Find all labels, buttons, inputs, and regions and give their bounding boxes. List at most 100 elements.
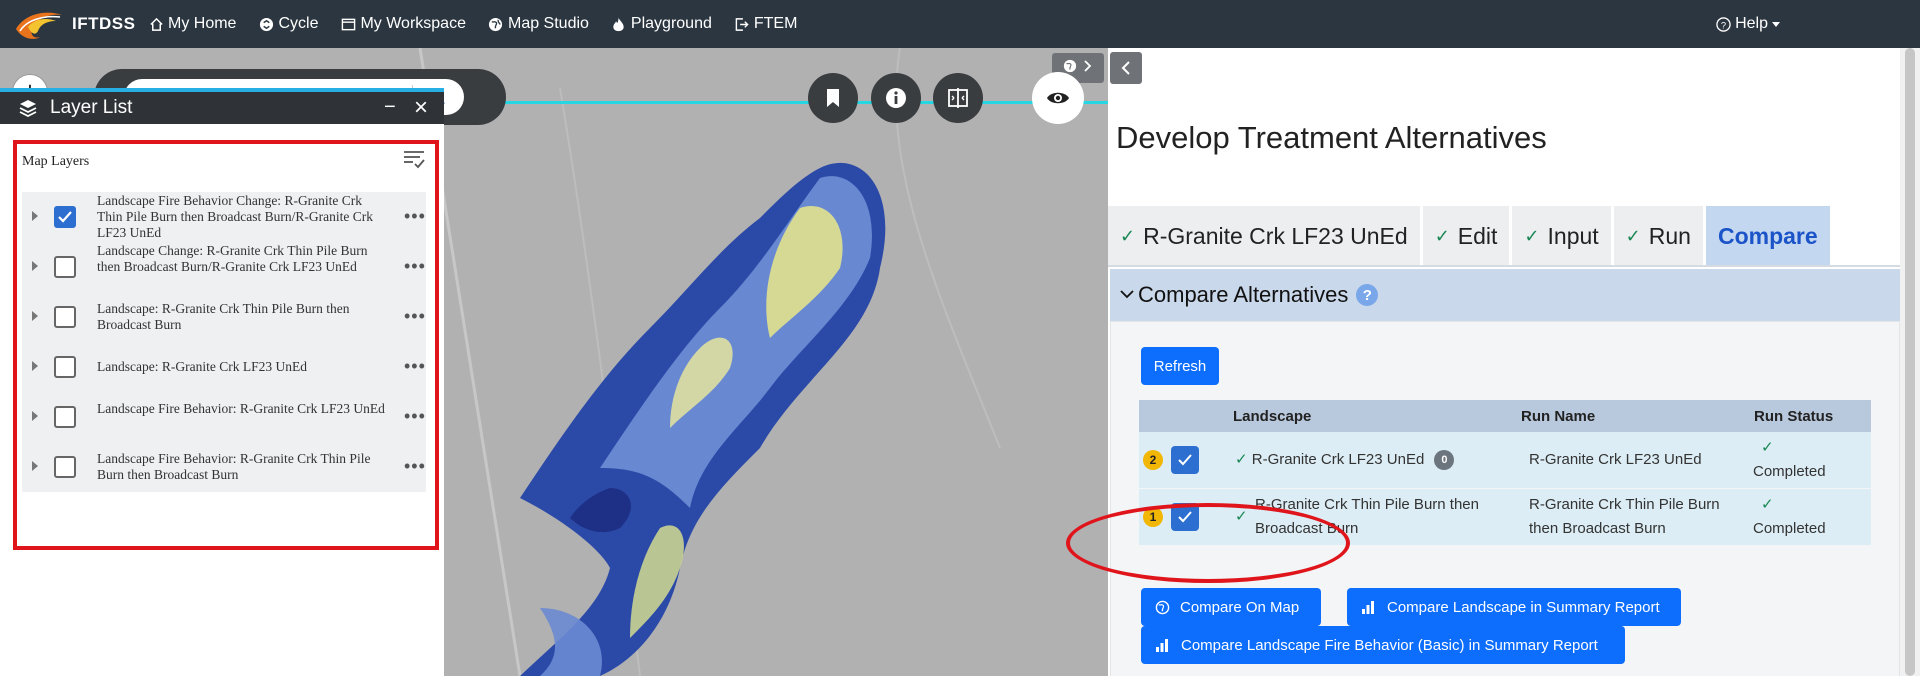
filter-list-icon xyxy=(404,151,425,169)
nav-my-home[interactable]: My Home xyxy=(148,15,236,33)
tab-edit[interactable]: ✓ Edit xyxy=(1422,206,1510,266)
tab-input[interactable]: ✓ Input xyxy=(1512,206,1611,266)
scrollbar-thumb[interactable] xyxy=(1905,48,1915,676)
layer-visibility-checkbox[interactable] xyxy=(54,206,76,228)
check-icon: ✓ xyxy=(1761,439,1774,456)
layer-item[interactable]: Landscape Fire Behavior: R-Granite Crk L… xyxy=(22,392,426,442)
nav-label: My Workspace xyxy=(360,15,466,32)
tab-label: Compare xyxy=(1717,222,1818,249)
help-question-icon[interactable]: ? xyxy=(1356,284,1379,306)
export-icon xyxy=(734,16,750,32)
tab-divider xyxy=(1108,265,1900,267)
nav-my-workspace[interactable]: My Workspace xyxy=(340,15,466,33)
compare-fire-behavior-button[interactable]: Compare Landscape Fire Behavior (Basic) … xyxy=(1141,626,1625,664)
check-icon: ✓ xyxy=(1761,496,1774,513)
layer-item[interactable]: Landscape: R-Granite Crk LF23 UnEd ••• xyxy=(22,342,426,392)
compare-summary-report-button[interactable]: Compare Landscape in Summary Report xyxy=(1347,588,1681,626)
count-badge: 0 xyxy=(1434,450,1455,471)
tab-compare[interactable]: Compare xyxy=(1705,206,1830,266)
layer-visibility-checkbox[interactable] xyxy=(54,256,76,278)
more-options-button[interactable]: ••• xyxy=(404,256,426,277)
nav-label: Cycle xyxy=(278,15,319,32)
layer-item[interactable]: Landscape Change: R-Granite Crk Thin Pil… xyxy=(22,242,426,292)
button-label: Compare Landscape Fire Behavior (Basic) … xyxy=(1181,636,1598,654)
row-select-checkbox[interactable] xyxy=(1171,446,1199,474)
nav-playground[interactable]: Playground xyxy=(611,15,712,33)
layer-name: Landscape: R-Granite Crk Thin Pile Burn … xyxy=(97,301,350,332)
chevron-right-icon xyxy=(1083,59,1093,77)
layer-item[interactable]: Landscape Fire Behavior Change: R-Granit… xyxy=(22,192,426,242)
col-run-status: Run Status xyxy=(1754,408,1834,425)
more-options-button[interactable]: ••• xyxy=(404,206,426,227)
workspace-icon xyxy=(340,16,356,32)
bookmark-button[interactable] xyxy=(808,73,858,123)
eye-icon xyxy=(1047,92,1069,104)
more-options-button[interactable]: ••• xyxy=(404,306,426,327)
swipe-compare-button[interactable] xyxy=(933,73,983,123)
tab-run[interactable]: ✓ Run xyxy=(1613,206,1703,266)
compare-on-map-button[interactable]: Compare On Map xyxy=(1141,588,1321,626)
layers-icon xyxy=(18,98,38,118)
layer-visibility-checkbox[interactable] xyxy=(54,306,76,328)
tab-label: R-Granite Crk LF23 UnEd xyxy=(1143,222,1408,249)
run-name-cell: R-Granite Crk Thin Pile Burn then Broadc… xyxy=(1529,496,1720,537)
tab-landscape[interactable]: ✓ R-Granite Crk LF23 UnEd xyxy=(1108,206,1420,266)
run-name-cell: R-Granite Crk LF23 UnEd xyxy=(1529,451,1702,468)
col-landscape: Landscape xyxy=(1233,408,1312,425)
layer-visibility-checkbox[interactable] xyxy=(54,406,76,428)
layer-name: Landscape Fire Behavior: R-Granite Crk L… xyxy=(97,401,385,416)
nav-label: My Home xyxy=(168,15,237,32)
split-view-icon xyxy=(948,88,968,108)
expand-caret-icon[interactable] xyxy=(32,311,38,321)
expand-caret-icon[interactable] xyxy=(32,361,38,371)
nav-map-studio[interactable]: Map Studio xyxy=(488,15,589,33)
close-button[interactable]: × xyxy=(414,94,428,122)
page-scrollbar[interactable] xyxy=(1900,48,1920,676)
bookmark-icon xyxy=(827,89,839,107)
refresh-button[interactable]: Refresh xyxy=(1141,347,1219,385)
bar-chart-icon xyxy=(1361,600,1375,614)
globe-icon xyxy=(488,16,504,32)
nav-label: Playground xyxy=(630,15,712,32)
expand-caret-icon[interactable] xyxy=(32,261,38,271)
visibility-button[interactable] xyxy=(1032,72,1084,124)
layer-visibility-checkbox[interactable] xyxy=(54,356,76,378)
info-button[interactable] xyxy=(871,73,921,123)
expand-caret-icon[interactable] xyxy=(32,411,38,421)
nav-label: FTEM xyxy=(753,15,798,32)
layer-name: Landscape Change: R-Granite Crk Thin Pil… xyxy=(97,243,368,274)
check-icon: ✓ xyxy=(1625,225,1641,246)
caret-down-icon xyxy=(1772,21,1780,27)
layer-item[interactable]: Landscape: R-Granite Crk Thin Pile Burn … xyxy=(22,292,426,342)
compare-alternatives-header[interactable]: Compare Alternatives ? xyxy=(1110,269,1900,321)
help-label: Help xyxy=(1735,15,1768,32)
more-options-button[interactable]: ••• xyxy=(404,406,426,427)
flame-icon xyxy=(611,16,627,32)
expand-caret-icon[interactable] xyxy=(32,211,38,221)
layer-visibility-checkbox[interactable] xyxy=(54,456,76,478)
run-status-text: Completed xyxy=(1753,520,1826,537)
help-menu[interactable]: ? Help xyxy=(1716,0,1780,48)
run-status-cell: ✓ Completed xyxy=(1753,493,1863,541)
app-logo[interactable]: IFTDSS xyxy=(14,0,148,48)
minimize-button[interactable]: − xyxy=(384,96,396,119)
more-options-button[interactable]: ••• xyxy=(404,456,426,477)
check-icon xyxy=(58,211,72,223)
globe-icon xyxy=(1155,600,1170,615)
expand-caret-icon[interactable] xyxy=(32,461,38,471)
question-circle-icon: ? xyxy=(1716,16,1731,32)
layer-item[interactable]: Landscape Fire Behavior: R-Granite Crk T… xyxy=(22,442,426,492)
nav-ftem[interactable]: FTEM xyxy=(734,15,798,33)
run-status-cell: ✓ Completed xyxy=(1753,436,1863,484)
collapse-panel-button[interactable] xyxy=(1110,52,1142,84)
run-status-text: Completed xyxy=(1753,463,1826,480)
workflow-tabs: ✓ R-Granite Crk LF23 UnEd ✓ Edit ✓ Input… xyxy=(1108,206,1833,266)
layer-name: Landscape: R-Granite Crk LF23 UnEd xyxy=(97,359,307,374)
bar-chart-icon xyxy=(1155,638,1169,652)
check-icon: ✓ xyxy=(1235,451,1248,468)
annotation-highlight-ellipse xyxy=(1066,503,1350,583)
home-icon xyxy=(148,16,164,32)
nav-cycle[interactable]: Cycle xyxy=(258,15,318,33)
more-options-button[interactable]: ••• xyxy=(404,356,426,377)
layer-options-button[interactable] xyxy=(402,148,426,175)
